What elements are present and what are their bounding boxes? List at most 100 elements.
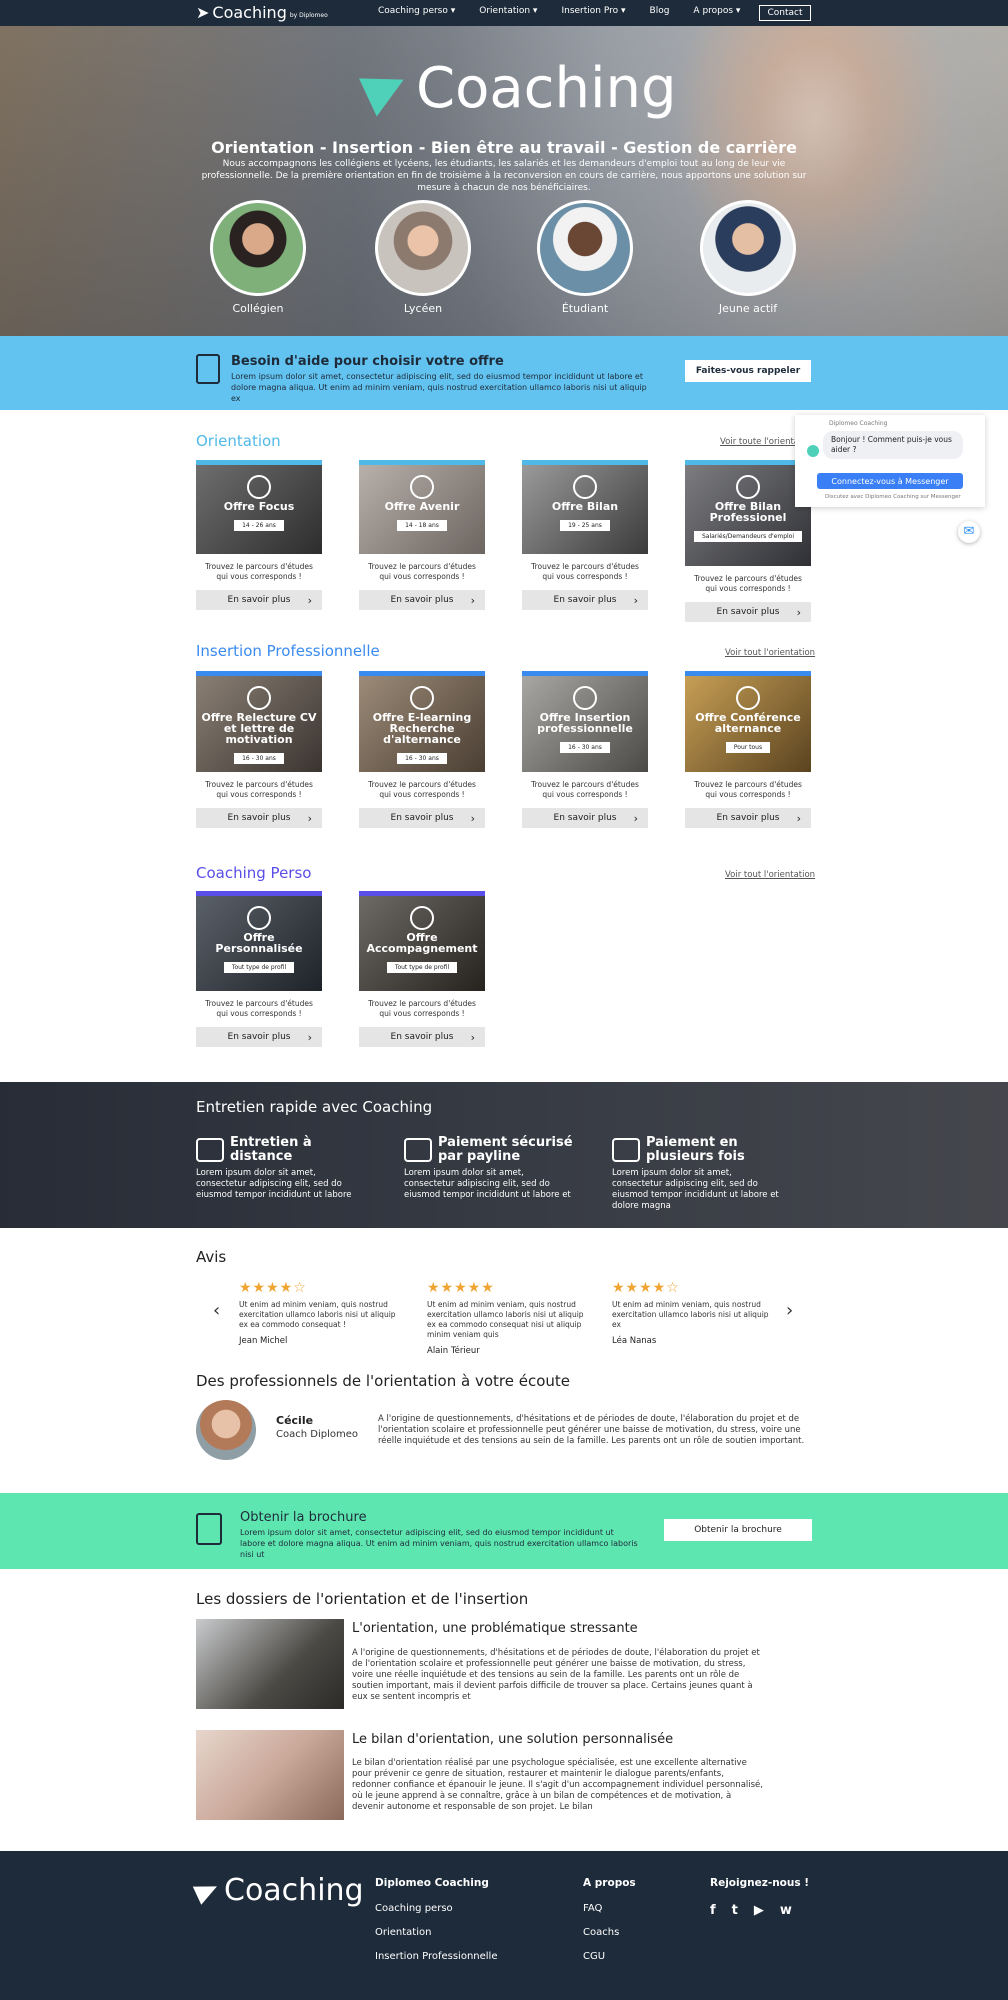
eye-icon bbox=[247, 906, 271, 930]
chevron-right-icon[interactable]: › bbox=[786, 1300, 793, 1321]
more-button[interactable]: En savoir plus bbox=[685, 808, 811, 828]
offer-image[interactable]: Offre Relecture CV et lettre de motivati… bbox=[196, 671, 322, 772]
messenger-popup: Diplomeo Coaching Bonjour ! Comment puis… bbox=[795, 415, 985, 507]
avatar bbox=[210, 200, 306, 296]
nav-item-coaching-perso[interactable]: Coaching perso ▾ bbox=[378, 6, 455, 16]
article-excerpt: Le bilan d'orientation réalisé par une p… bbox=[352, 1758, 763, 1812]
offer-image[interactable]: Offre Avenir 14 - 18 ans bbox=[359, 460, 485, 554]
messenger-icon[interactable]: ✉ bbox=[958, 521, 980, 543]
target-icon bbox=[410, 906, 434, 930]
offer-card-focus: Offre Focus 14 - 26 ans Trouvez le parco… bbox=[196, 460, 322, 610]
article-title[interactable]: L'orientation, une problématique stressa… bbox=[352, 1621, 638, 1636]
more-button[interactable]: En savoir plus bbox=[196, 1027, 322, 1047]
chevron-left-icon[interactable]: ‹ bbox=[213, 1300, 220, 1321]
brochure-band: Obtenir la brochure Lorem ipsum dolor si… bbox=[0, 1493, 1008, 1569]
footer-link[interactable]: Coaching perso bbox=[375, 1903, 498, 1914]
offer-image[interactable]: Offre Insertion professionnelle 16 - 30 … bbox=[522, 671, 648, 772]
offer-image[interactable]: Offre E-learning Recherche d'alternance … bbox=[359, 671, 485, 772]
book-icon bbox=[410, 686, 434, 710]
more-button[interactable]: En savoir plus bbox=[359, 1027, 485, 1047]
footer-link[interactable]: Orientation bbox=[375, 1927, 498, 1938]
nav-logo[interactable]: ➤ Coaching by Diplomeo bbox=[196, 3, 328, 22]
article-image[interactable] bbox=[196, 1730, 344, 1820]
footer-col-apropos: A propos FAQ Coachs CGU bbox=[583, 1877, 636, 1962]
chat-message: Bonjour ! Comment puis-je vous aider ? bbox=[823, 431, 963, 459]
contact-button[interactable]: Contact bbox=[759, 5, 811, 21]
footer-logo[interactable]: Coaching bbox=[192, 1873, 364, 1908]
callback-button[interactable]: Faites-vous rappeler bbox=[685, 360, 811, 382]
offer-image[interactable]: Offre Accompagnement Tout type de profil bbox=[359, 891, 485, 991]
nav-item-a-propos[interactable]: A propos ▾ bbox=[693, 6, 740, 16]
feature-secure-payment: Paiement sécurisé par payline Lorem ipsu… bbox=[404, 1135, 573, 1200]
pros-title: Des professionnels de l'orientation à vo… bbox=[196, 1372, 571, 1390]
footer-link[interactable]: Coachs bbox=[583, 1927, 636, 1938]
footer-link[interactable]: FAQ bbox=[583, 1903, 636, 1914]
avatar bbox=[375, 200, 471, 296]
section-title-orientation: Orientation bbox=[196, 432, 281, 450]
star-rating: ★★★★☆ bbox=[239, 1280, 307, 1296]
more-button[interactable]: En savoir plus bbox=[196, 590, 322, 610]
youtube-icon[interactable]: ▶ bbox=[754, 1903, 764, 1918]
paper-plane-icon bbox=[192, 1876, 222, 1905]
more-button[interactable]: En savoir plus bbox=[359, 808, 485, 828]
brochure-button[interactable]: Obtenir la brochure bbox=[664, 1519, 812, 1541]
feature-installments: Paiement en plusieurs fois Lorem ipsum d… bbox=[612, 1135, 779, 1211]
briefcase-icon bbox=[736, 475, 760, 499]
telescope-icon bbox=[573, 475, 597, 499]
persona-collegien[interactable]: Collégien bbox=[210, 200, 306, 315]
more-button[interactable]: En savoir plus bbox=[196, 808, 322, 828]
offer-card-bilan: Offre Bilan 19 - 25 ans Trouvez le parco… bbox=[522, 460, 648, 610]
nav-menu: Coaching perso ▾ Orientation ▾ Insertion… bbox=[378, 6, 740, 16]
brochure-title: Obtenir la brochure bbox=[240, 1510, 367, 1525]
more-button[interactable]: En savoir plus bbox=[522, 590, 648, 610]
hero-intro: Nous accompagnons les collégiens et lycé… bbox=[201, 159, 807, 193]
link-voir-insertion[interactable]: Voir tout l'orientation bbox=[725, 648, 815, 658]
offer-card-cv: Offre Relecture CV et lettre de motivati… bbox=[196, 671, 322, 828]
section-title-insertion: Insertion Professionnelle bbox=[196, 642, 380, 660]
coach-role: Coach Diplomeo bbox=[276, 1429, 358, 1440]
quick-interview-band: Entretien rapide avec Coaching Entretien… bbox=[0, 1082, 1008, 1228]
section-title-perso: Coaching Perso bbox=[196, 864, 312, 882]
brochure-text: Lorem ipsum dolor sit amet, consectetur … bbox=[240, 1528, 638, 1559]
offer-image[interactable]: Offre Bilan 19 - 25 ans bbox=[522, 460, 648, 554]
document-icon bbox=[247, 686, 271, 710]
coach-text: A l'origine de questionnements, d'hésita… bbox=[378, 1414, 805, 1446]
footer-link[interactable]: Insertion Professionnelle bbox=[375, 1951, 498, 1962]
more-button[interactable]: En savoir plus bbox=[359, 590, 485, 610]
nav-item-insertion-pro[interactable]: Insertion Pro ▾ bbox=[561, 6, 625, 16]
persona-etudiant[interactable]: Étudiant bbox=[537, 200, 633, 315]
reviews-title: Avis bbox=[196, 1248, 227, 1266]
footer-link[interactable]: CGU bbox=[583, 1951, 636, 1962]
dossiers-title: Les dossiers de l'orientation et de l'in… bbox=[196, 1590, 529, 1608]
paper-plane-icon bbox=[358, 61, 414, 116]
persona-jeune-actif[interactable]: Jeune actif bbox=[700, 200, 796, 315]
more-button[interactable]: En savoir plus bbox=[685, 602, 811, 622]
avatar bbox=[537, 200, 633, 296]
offer-image[interactable]: Offre Focus 14 - 26 ans bbox=[196, 460, 322, 554]
persona-lyceen[interactable]: Lycéen bbox=[375, 200, 471, 315]
offer-card-avenir: Offre Avenir 14 - 18 ans Trouvez le parc… bbox=[359, 460, 485, 610]
article-excerpt: A l'origine de questionnements, d'hésita… bbox=[352, 1648, 760, 1702]
target-icon bbox=[247, 475, 271, 499]
messenger-connect-button[interactable]: Connectez-vous à Messenger bbox=[817, 473, 963, 489]
top-nav: ➤ Coaching by Diplomeo Coaching perso ▾ … bbox=[0, 0, 1008, 26]
feature-remote: Entretien à distance Lorem ipsum dolor s… bbox=[196, 1135, 352, 1200]
briefcase-icon bbox=[573, 686, 597, 710]
offer-image[interactable]: Offre Conférence alternance Pour tous bbox=[685, 671, 811, 772]
offer-image[interactable]: Offre Personnalisée Tout type de profil bbox=[196, 891, 322, 991]
review-item: ★★★★★ Ut enim ad minim veniam, quis nost… bbox=[427, 1280, 587, 1356]
facebook-icon[interactable]: f bbox=[710, 1903, 716, 1918]
article-title[interactable]: Le bilan d'orientation, une solution per… bbox=[352, 1732, 673, 1747]
nav-item-orientation[interactable]: Orientation ▾ bbox=[479, 6, 537, 16]
lock-payment-icon bbox=[404, 1138, 432, 1162]
offer-image[interactable]: Offre Bilan Professionel Salariés/Demand… bbox=[685, 460, 811, 566]
review-item: ★★★★☆ Ut enim ad minim veniam, quis nost… bbox=[239, 1280, 399, 1346]
article-image[interactable] bbox=[196, 1619, 344, 1709]
twitter-icon[interactable]: t bbox=[732, 1903, 738, 1918]
footer-col-social: Rejoignez-nous ! f t ▶ w bbox=[710, 1877, 810, 1918]
nav-item-blog[interactable]: Blog bbox=[650, 6, 670, 16]
more-button[interactable]: En savoir plus bbox=[522, 808, 648, 828]
link-voir-perso[interactable]: Voir tout l'orientation bbox=[725, 870, 815, 880]
hero-banner: Coaching Orientation - Insertion - Bien … bbox=[0, 26, 1008, 336]
w-icon[interactable]: w bbox=[780, 1903, 792, 1918]
